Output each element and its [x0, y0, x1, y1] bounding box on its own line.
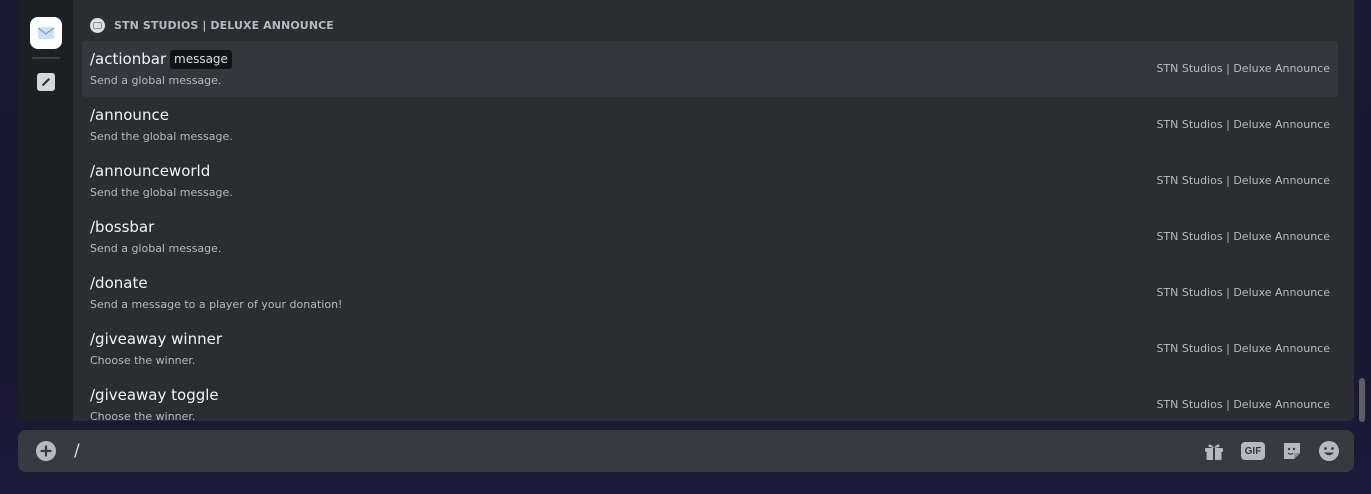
command-source: STN Studios | Deluxe Announce: [1156, 286, 1330, 299]
gif-icon[interactable]: GIF: [1241, 439, 1265, 463]
command-name: /announce: [90, 106, 169, 124]
app-rail: [18, 0, 73, 421]
rail-separator: [32, 57, 60, 59]
command-description: Send a global message.: [90, 74, 222, 87]
command-name: /donate: [90, 274, 148, 292]
message-input[interactable]: [74, 439, 1174, 463]
command-row-actionbar[interactable]: /actionbar message Send a global message…: [82, 41, 1338, 97]
sticker-icon[interactable]: [1280, 439, 1304, 463]
command-name: /giveaway toggle: [90, 386, 219, 404]
gift-icon[interactable]: [1202, 439, 1226, 463]
command-source: STN Studios | Deluxe Announce: [1156, 342, 1330, 355]
command-source: STN Studios | Deluxe Announce: [1156, 118, 1330, 131]
message-composer: GIF: [18, 430, 1354, 472]
app-root: STN STUDIOS | DELUXE ANNOUNCE /actionbar…: [0, 0, 1371, 494]
slash-command-popup: STN STUDIOS | DELUXE ANNOUNCE /actionbar…: [18, 0, 1354, 421]
command-source: STN Studios | Deluxe Announce: [1156, 62, 1330, 75]
command-row-donate[interactable]: /donate Send a message to a player of yo…: [82, 265, 1338, 321]
command-description: Send a message to a player of your donat…: [90, 298, 343, 311]
command-source: STN Studios | Deluxe Announce: [1156, 230, 1330, 243]
bot-app-icon[interactable]: [30, 17, 62, 49]
command-row-bossbar[interactable]: /bossbar Send a global message. STN Stud…: [82, 209, 1338, 265]
command-list: /actionbar message Send a global message…: [82, 41, 1338, 421]
command-source: STN Studios | Deluxe Announce: [1156, 174, 1330, 187]
command-row-announce[interactable]: /announce Send the global message. STN S…: [82, 97, 1338, 153]
command-name: /bossbar: [90, 218, 155, 236]
command-row-giveaway-winner[interactable]: /giveaway winner Choose the winner. STN …: [82, 321, 1338, 377]
app-avatar-icon: [90, 17, 105, 33]
command-row-announceworld[interactable]: /announceworld Send the global message. …: [82, 153, 1338, 209]
command-description: Send the global message.: [90, 130, 233, 143]
chat-scrollbar[interactable]: [1359, 378, 1365, 422]
command-name: /actionbar: [90, 50, 167, 68]
command-description: Send the global message.: [90, 186, 233, 199]
command-name: /giveaway winner: [90, 330, 222, 348]
command-description: Choose the winner.: [90, 354, 196, 367]
envelope-icon: [37, 27, 55, 39]
pencil-app-icon[interactable]: [37, 73, 55, 91]
command-row-giveaway-toggle[interactable]: /giveaway toggle Choose the winner. STN …: [82, 377, 1338, 421]
section-header-label: STN STUDIOS | DELUXE ANNOUNCE: [114, 18, 334, 32]
command-list-panel: STN STUDIOS | DELUXE ANNOUNCE /actionbar…: [73, 0, 1354, 421]
plus-icon[interactable]: [36, 441, 56, 461]
gif-label: GIF: [1241, 442, 1265, 460]
emoji-icon[interactable]: [1317, 439, 1341, 463]
command-name: /announceworld: [90, 162, 211, 180]
pencil-icon: [42, 78, 50, 86]
command-description: Send a global message.: [90, 242, 222, 255]
command-description: Choose the winner.: [90, 410, 196, 421]
command-option-chip[interactable]: message: [170, 50, 232, 69]
section-header: STN STUDIOS | DELUXE ANNOUNCE: [90, 17, 334, 33]
command-source: STN Studios | Deluxe Announce: [1156, 398, 1330, 411]
